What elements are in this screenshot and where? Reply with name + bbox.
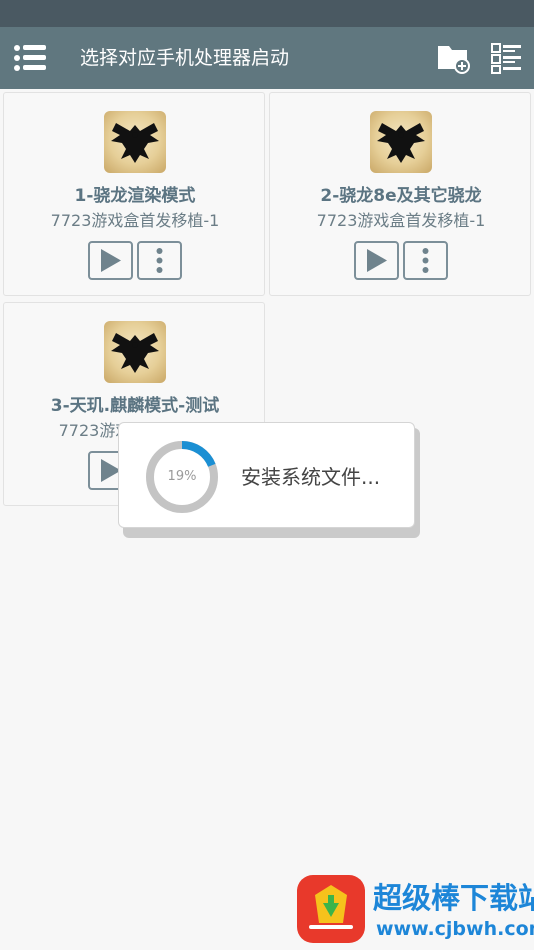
- status-bar: [0, 0, 534, 27]
- card-title: 1-骁龙渲染模式: [74, 186, 196, 206]
- play-icon: [367, 249, 387, 272]
- install-progress-dialog: 19% 安装系统文件...: [118, 422, 415, 528]
- card-title: 2-骁龙8e及其它骁龙: [320, 186, 482, 206]
- eagle-emblem-icon: [104, 321, 166, 383]
- play-icon: [101, 249, 121, 272]
- menu-button[interactable]: [14, 43, 48, 73]
- add-folder-button[interactable]: [436, 41, 472, 75]
- eagle-emblem-icon: [104, 111, 166, 173]
- card-subtitle: 7723游戏盒首发移植-1: [50, 211, 220, 230]
- watermark-url: www.cjbwh.com: [376, 918, 534, 940]
- card-title: 3-天玑.麒麟模式-测试: [50, 396, 220, 416]
- progress-percent-label: 19%: [167, 469, 197, 484]
- list-view-button[interactable]: [490, 41, 524, 75]
- page-title: 选择对应手机处理器启动: [80, 47, 290, 69]
- play-button[interactable]: [354, 241, 399, 280]
- download-logo-icon: [297, 875, 365, 943]
- config-card-2[interactable]: 2-骁龙8e及其它骁龙 7723游戏盒首发移植-1: [269, 92, 531, 296]
- folder-add-icon: [438, 46, 470, 74]
- more-vertical-icon: [422, 248, 429, 273]
- app-bar: 选择对应手机处理器启动: [0, 27, 534, 89]
- more-options-button[interactable]: [403, 241, 448, 280]
- more-options-button[interactable]: [137, 241, 182, 280]
- watermark-site-name: 超级棒下载站: [373, 881, 534, 915]
- eagle-emblem-icon: [370, 111, 432, 173]
- list-view-icon: [491, 43, 521, 74]
- dialog-message: 安装系统文件...: [241, 465, 381, 489]
- play-button[interactable]: [88, 241, 133, 280]
- config-card-1[interactable]: 1-骁龙渲染模式 7723游戏盒首发移植-1: [3, 92, 265, 296]
- card-subtitle: 7723游戏盒首发移植-1: [316, 211, 486, 230]
- more-vertical-icon: [156, 248, 163, 273]
